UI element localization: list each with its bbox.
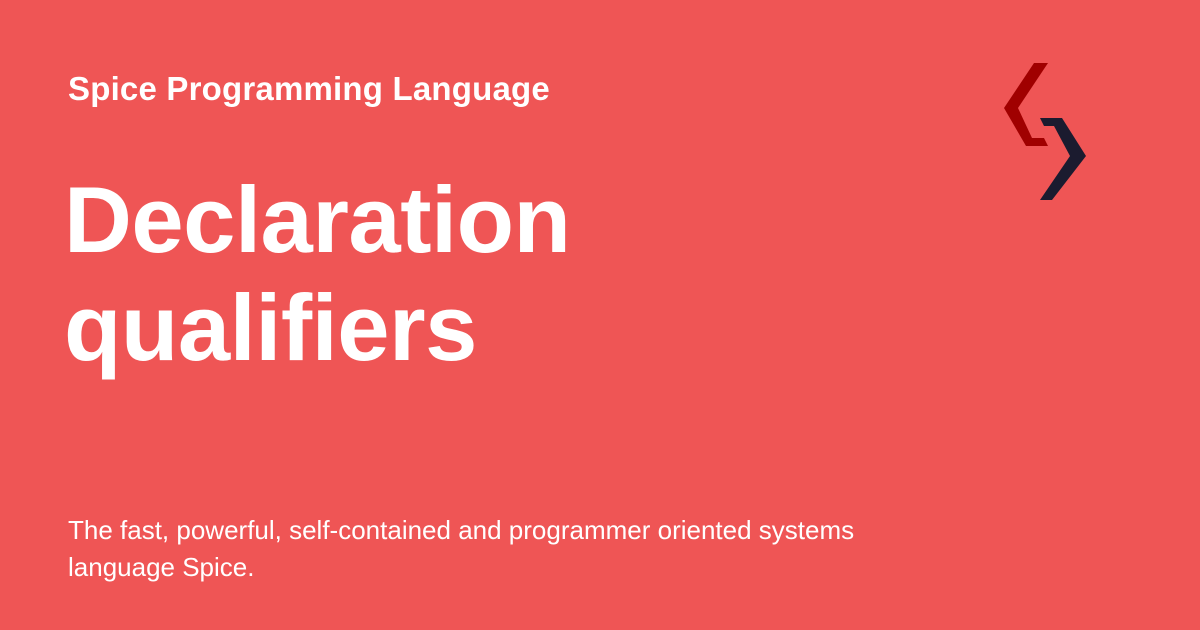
page-title-line-2: qualifiers <box>64 275 477 380</box>
page-title: Declaration qualifiers <box>64 166 884 382</box>
logo-right-chevron <box>1040 118 1086 200</box>
social-card: Spice Programming Language Declaration q… <box>0 0 1200 630</box>
spice-logo-icon <box>1004 63 1086 200</box>
page-title-line-1: Declaration <box>64 167 571 272</box>
logo-left-chevron <box>1004 63 1048 146</box>
description: The fast, powerful, self-contained and p… <box>68 515 855 582</box>
site-name: Spice Programming Language <box>68 70 550 107</box>
